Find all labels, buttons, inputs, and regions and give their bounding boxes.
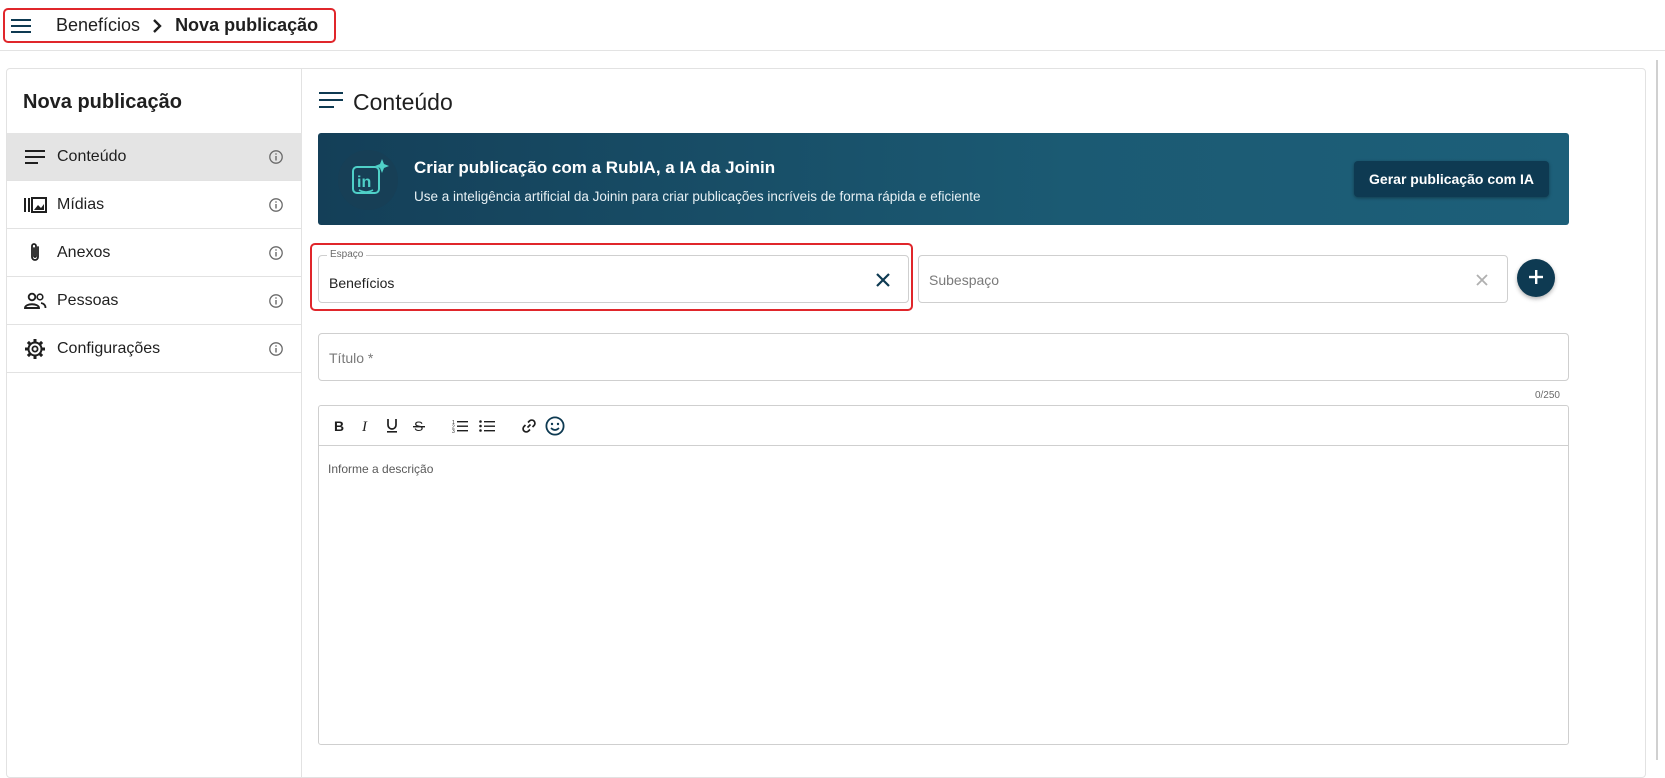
ai-banner-title: Criar publicação com a RubIA, a IA da Jo…: [414, 158, 776, 177]
sidebar-nav: Conteúdo Mídias Anexos Pessoas Configura…: [7, 133, 302, 373]
espaco-label: Espaço: [327, 249, 367, 260]
plus-icon: [1528, 269, 1544, 288]
sidebar-item-midias[interactable]: Mídias: [7, 181, 302, 229]
bullet-list-icon[interactable]: [476, 415, 498, 437]
hamburger-menu-icon[interactable]: [11, 17, 35, 35]
publication-form-card: Nova publicação Conteúdo Mídias Anexos P…: [6, 68, 1646, 778]
sidebar-item-label: Pessoas: [57, 291, 119, 309]
sidebar-item-configuracoes[interactable]: Configurações: [7, 325, 302, 373]
sidebar-item-anexos[interactable]: Anexos: [7, 229, 302, 277]
ai-banner-subtitle: Use a inteligência artificial da Joinin …: [414, 189, 981, 204]
sidebar-item-label: Configurações: [57, 339, 161, 357]
breadcrumb: Benefícios Nova publicação: [3, 8, 336, 43]
people-icon: [23, 289, 47, 313]
sidebar-item-label: Anexos: [57, 243, 111, 261]
sidebar-item-label: Conteúdo: [57, 147, 127, 165]
bold-icon[interactable]: B: [328, 415, 350, 437]
chevron-right-icon: [152, 18, 162, 33]
paperclip-icon: [23, 241, 47, 265]
espaco-select[interactable]: Espaço Benefícios: [318, 249, 909, 303]
underline-icon[interactable]: [381, 415, 403, 437]
add-subespaco-button[interactable]: [1517, 259, 1555, 297]
title-char-counter: 0/250: [1534, 390, 1560, 401]
strikethrough-icon[interactable]: S: [408, 415, 430, 437]
close-icon[interactable]: [1473, 271, 1491, 289]
sidebar-item-pessoas[interactable]: Pessoas: [7, 277, 302, 325]
page-scrollbar[interactable]: [1656, 60, 1658, 760]
description-editor[interactable]: B I S 123: [318, 405, 1569, 745]
close-icon[interactable]: [874, 271, 892, 289]
info-icon[interactable]: [268, 245, 284, 261]
section-header: Conteúdo: [319, 89, 453, 116]
link-icon[interactable]: [518, 415, 540, 437]
ordered-list-icon[interactable]: 123: [449, 415, 471, 437]
titulo-placeholder: Título *: [329, 350, 374, 366]
info-icon[interactable]: [268, 149, 284, 165]
ai-banner: in Criar publicação com a RubIA, a IA da…: [318, 133, 1569, 225]
italic-icon[interactable]: I: [355, 415, 377, 437]
svg-text:3: 3: [452, 429, 455, 433]
svg-text:B: B: [334, 419, 344, 433]
espaco-value: Benefícios: [329, 275, 395, 291]
editor-toolbar: B I S 123: [319, 406, 1568, 446]
info-icon[interactable]: [268, 197, 284, 213]
info-icon[interactable]: [268, 293, 284, 309]
titulo-input[interactable]: Título *: [318, 333, 1569, 381]
rubia-logo: in: [338, 150, 398, 210]
lines-icon: [23, 145, 47, 169]
svg-text:in: in: [357, 174, 371, 191]
section-title: Conteúdo: [353, 89, 453, 115]
generate-with-ai-button[interactable]: Gerar publicação com IA: [1354, 161, 1549, 197]
media-library-icon: [23, 193, 47, 217]
lines-icon: [319, 91, 343, 114]
svg-text:I: I: [361, 419, 368, 433]
main-content: Conteúdo in Criar publicação com a RubIA…: [302, 69, 1645, 777]
top-bar: Benefícios Nova publicação: [0, 0, 1665, 51]
emoji-icon[interactable]: [544, 415, 566, 437]
gear-icon: [23, 337, 47, 361]
sidebar-item-conteudo[interactable]: Conteúdo: [7, 133, 302, 181]
breadcrumb-item-current: Nova publicação: [175, 15, 319, 35]
sidebar-title: Nova publicação: [23, 91, 182, 113]
sidebar: Nova publicação Conteúdo Mídias Anexos P…: [7, 69, 302, 777]
breadcrumb-item-beneficios[interactable]: Benefícios: [56, 15, 140, 36]
subespaco-select[interactable]: Subespaço: [918, 255, 1508, 303]
info-icon[interactable]: [268, 341, 284, 357]
subespaco-placeholder: Subespaço: [929, 272, 1000, 288]
editor-placeholder: Informe a descrição: [328, 462, 434, 476]
sidebar-item-label: Mídias: [57, 195, 105, 213]
